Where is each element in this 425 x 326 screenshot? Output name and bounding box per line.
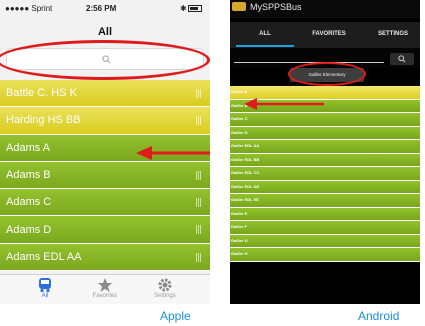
list-item[interactable]: Gallier H [230, 248, 420, 262]
list-item[interactable]: Gallier F [230, 221, 420, 235]
app-bar: MySPPSBus [230, 0, 420, 18]
clock: 2:56 PM [86, 4, 117, 13]
list-item[interactable]: Gallier E [230, 207, 420, 221]
list-item[interactable]: Gallier EDL BB [230, 153, 420, 167]
tab-label: Settings [154, 293, 176, 299]
search-button[interactable] [390, 53, 414, 65]
annotation-arrow [136, 146, 210, 160]
list-item[interactable]: Gallier EDL EE [230, 194, 420, 208]
caption-android: Android [358, 309, 400, 323]
search-icon [398, 55, 406, 63]
grip-icon [196, 198, 202, 208]
grip-icon [196, 225, 202, 235]
list-item[interactable]: Gallier EDL CC [230, 167, 420, 181]
list-item[interactable]: Gallier G [230, 234, 420, 248]
tab-all[interactable]: ALL [248, 31, 282, 37]
grip-icon [196, 116, 202, 126]
tab-label: All [41, 293, 49, 299]
list-item-label: Adams B [6, 169, 51, 182]
tab-bar: All Favorites Settings [0, 274, 210, 304]
list-item[interactable]: Adams EDL AA [0, 243, 210, 272]
list-item[interactable]: Adams C [0, 189, 210, 217]
list-item[interactable]: Adams D [0, 216, 210, 244]
list-item[interactable]: Gallier C [230, 113, 420, 127]
annotation-arrow [244, 98, 324, 110]
list-item[interactable]: Gallier EDL AA [230, 140, 420, 154]
list-item-label: Harding HS BB [6, 114, 81, 127]
list-item[interactable]: Harding HS BB [0, 107, 210, 135]
tab-favorites[interactable]: FAVORITES [306, 31, 352, 37]
tab-label: Favorites [92, 293, 118, 299]
list-item[interactable]: Gallier D [230, 126, 420, 140]
list-item-label: Adams EDL AA [6, 250, 82, 263]
route-list: Gallier A Gallier B Gallier C Gallier D … [230, 86, 420, 262]
star-icon [98, 278, 112, 292]
bluetooth-icon: ✱ [180, 4, 187, 13]
list-item[interactable]: Gallier EDL DD [230, 180, 420, 194]
list-item[interactable]: Adams B [0, 161, 210, 190]
bus-icon [232, 2, 246, 11]
caption-apple: Apple [160, 309, 191, 323]
apple-screenshot: ●●●●● Sprint 2:56 PM ✱ All Battle C. HS … [0, 0, 210, 304]
list-item[interactable]: Battle C. HS K [0, 80, 210, 108]
annotation-ellipse [288, 62, 366, 86]
tab-settings[interactable]: SETTINGS [370, 31, 416, 37]
battery-icon [188, 5, 202, 12]
route-list: Battle C. HS K Harding HS BB Adams A Ada… [0, 80, 210, 272]
tab-indicator [236, 45, 294, 47]
tab-settings[interactable]: Settings [135, 277, 195, 299]
list-item-label: Adams C [6, 196, 52, 209]
list-item-label: Battle C. HS K [6, 87, 77, 100]
list-item-label: Adams D [6, 223, 52, 236]
grip-icon [196, 89, 202, 98]
annotation-ellipse [0, 40, 210, 80]
tab-favorites[interactable]: Favorites [75, 277, 135, 299]
bus-icon [39, 278, 51, 293]
android-screenshot: MySPPSBus ALL FAVORITES SETTINGS Gallier… [230, 0, 420, 304]
app-title: MySPPSBus [250, 2, 302, 12]
list-item-label: Adams A [6, 141, 51, 154]
gear-icon [158, 278, 172, 292]
grip-icon [196, 252, 202, 262]
status-bar: ●●●●● Sprint 2:56 PM ✱ [0, 0, 210, 18]
carrier-label: ●●●●● Sprint [5, 4, 53, 13]
grip-icon [196, 170, 202, 180]
page-title: All [97, 26, 113, 38]
tab-all[interactable]: All [15, 277, 75, 299]
